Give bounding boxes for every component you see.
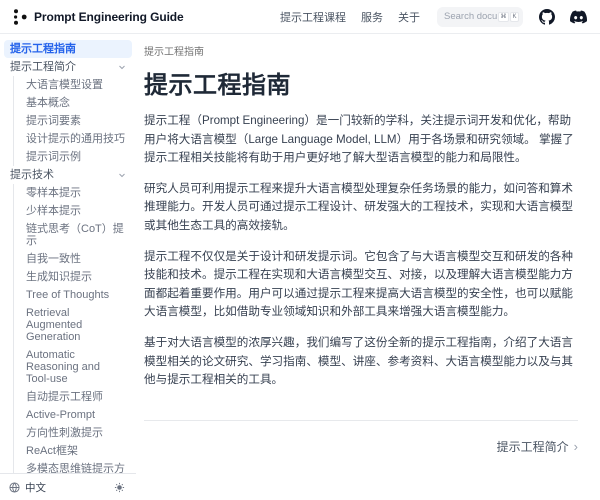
page-title: 提示工程指南 — [144, 65, 578, 100]
sidebar-item-multimodal-cot[interactable]: 多模态思维链提示方法 — [14, 460, 132, 473]
sun-icon — [114, 482, 125, 493]
sidebar-nav: 提示工程指南 提示工程简介 大语言模型设置 基本概念 提示词要素 设计提示的通用… — [0, 34, 136, 473]
sidebar-item-rag[interactable]: Retrieval Augmented Generation — [14, 304, 132, 346]
paragraph-motivation: 基于对大语言模型的浓厚兴趣，我们编写了这份全新的提示工程指南，介绍了大语言模型相… — [144, 334, 578, 390]
sidebar-item-consistency[interactable]: 自我一致性 — [14, 250, 132, 268]
main-content: 提示工程指南 提示工程指南 提示工程（Prompt Engineering）是一… — [136, 34, 600, 500]
paragraph-researchers: 研究人员可利用提示工程来提升大语言模型处理复杂任务场景的能力，如问答和算术推理能… — [144, 180, 578, 236]
sidebar-item-examples[interactable]: 提示词示例 — [14, 148, 132, 166]
next-page-link[interactable]: 提示工程简介 › — [497, 438, 578, 455]
sidebar-subgroup-techniques: 零样本提示 少样本提示 链式思考（CoT）提示 自我一致性 生成知识提示 Tre… — [13, 184, 132, 473]
sidebar-footer: 中文 — [0, 473, 136, 500]
pagination: 提示工程简介 › — [144, 438, 578, 455]
search-input[interactable]: Search documentation... ⌘K — [437, 7, 523, 27]
sidebar-item-llm-settings[interactable]: 大语言模型设置 — [14, 76, 132, 94]
sidebar-section-techniques[interactable]: 提示技术 — [4, 166, 132, 184]
sidebar-item-basics[interactable]: 基本概念 — [14, 94, 132, 112]
chevron-down-icon — [118, 171, 126, 179]
sidebar: 提示工程指南 提示工程简介 大语言模型设置 基本概念 提示词要素 设计提示的通用… — [0, 34, 136, 500]
sidebar-item-tips[interactable]: 设计提示的通用技巧 — [14, 130, 132, 148]
sidebar-item-zeroshot[interactable]: 零样本提示 — [14, 184, 132, 202]
sidebar-item-guide[interactable]: 提示工程指南 — [4, 40, 132, 58]
sidebar-item-art[interactable]: Automatic Reasoning and Tool-use — [14, 346, 132, 388]
breadcrumb[interactable]: 提示工程指南 — [144, 43, 578, 58]
site-logo[interactable]: Prompt Engineering Guide — [13, 8, 184, 26]
discord-icon[interactable] — [570, 8, 587, 25]
sidebar-item-fewshot[interactable]: 少样本提示 — [14, 202, 132, 220]
search-placeholder: Search documentation... — [444, 11, 498, 22]
chevron-right-icon: › — [574, 439, 578, 454]
sidebar-item-react[interactable]: ReAct框架 — [14, 442, 132, 460]
github-icon[interactable] — [538, 8, 555, 25]
globe-icon — [9, 482, 20, 493]
sidebar-item-elements[interactable]: 提示词要素 — [14, 112, 132, 130]
content-divider — [144, 420, 578, 421]
search-shortcut-keys: ⌘K — [498, 12, 519, 22]
sidebar-item-dsp[interactable]: 方向性刺激提示 — [14, 424, 132, 442]
theme-toggle[interactable] — [114, 482, 125, 493]
brand-title: Prompt Engineering Guide — [34, 10, 184, 24]
sidebar-item-knowledge[interactable]: 生成知识提示 — [14, 268, 132, 286]
sidebar-item-tot[interactable]: Tree of Thoughts — [14, 286, 132, 304]
language-switcher[interactable]: 中文 — [9, 480, 46, 495]
header-nav: 提示工程课程 服务 关于 Search documentation... ⌘K — [280, 7, 587, 27]
nav-course-link[interactable]: 提示工程课程 — [280, 9, 346, 25]
sidebar-item-activeprompt[interactable]: Active-Prompt — [14, 406, 132, 424]
sidebar-item-cot[interactable]: 链式思考（CoT）提示 — [14, 220, 132, 250]
nav-services-link[interactable]: 服务 — [361, 9, 383, 25]
paragraph-scope: 提示工程不仅仅是关于设计和研发提示词。它包含了与大语言模型交互和研发的各种技能和… — [144, 248, 578, 322]
sidebar-section-introduction[interactable]: 提示工程简介 — [4, 58, 132, 76]
logo-dots-icon — [13, 8, 28, 26]
header: Prompt Engineering Guide 提示工程课程 服务 关于 Se… — [0, 0, 600, 34]
paragraph-intro: 提示工程（Prompt Engineering）是一门较新的学科，关注提示词开发… — [144, 112, 578, 168]
chevron-down-icon — [118, 63, 126, 71]
nav-about-link[interactable]: 关于 — [398, 9, 420, 25]
sidebar-item-ape[interactable]: 自动提示工程师 — [14, 388, 132, 406]
sidebar-subgroup-introduction: 大语言模型设置 基本概念 提示词要素 设计提示的通用技巧 提示词示例 — [13, 76, 132, 166]
